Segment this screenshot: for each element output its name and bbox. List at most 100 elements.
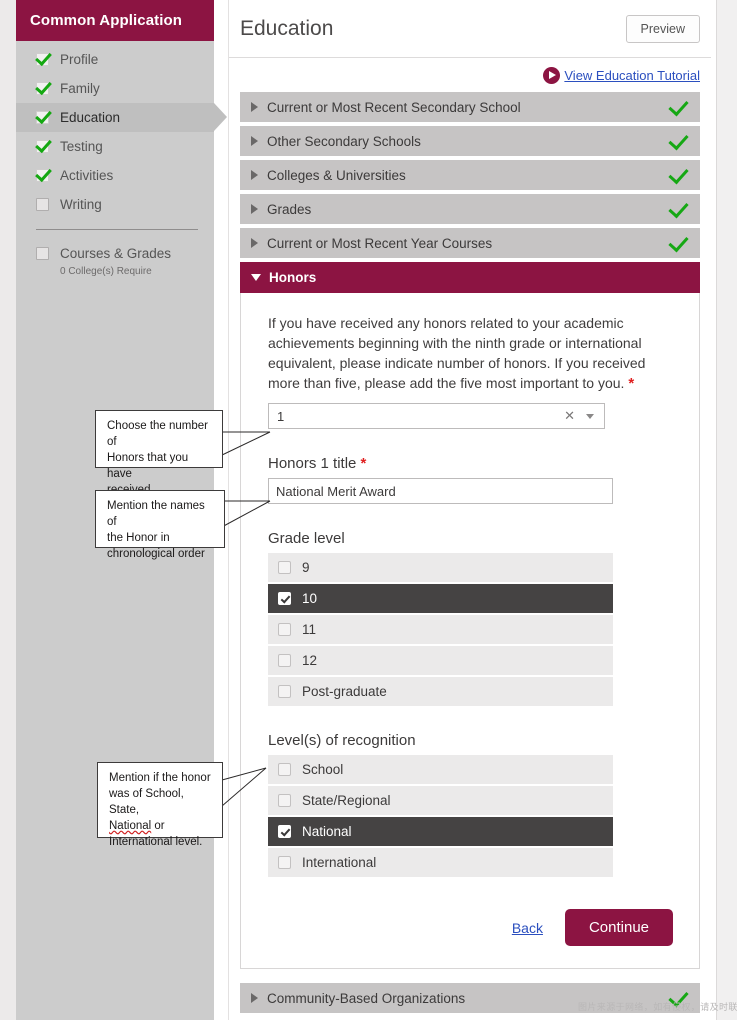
- recognition-option-state-regional[interactable]: State/Regional: [268, 786, 613, 815]
- grade-level-option-list: 9 10 11 12 Post-graduate: [268, 553, 613, 706]
- sidebar-item-education[interactable]: Education: [16, 103, 227, 132]
- checkbox-icon[interactable]: [278, 561, 291, 574]
- sidebar-title: Common Application: [16, 0, 214, 41]
- option-label: State/Regional: [302, 793, 391, 808]
- check-icon: [36, 169, 49, 182]
- honors-panel: If you have received any honors related …: [240, 293, 700, 969]
- application-page: Common Application Profile Family Educat…: [0, 0, 737, 1020]
- accordion-section-other-secondary-schools[interactable]: Other Secondary Schools: [240, 126, 700, 156]
- sidebar-item-label: Family: [60, 81, 100, 96]
- check-icon: [36, 53, 49, 66]
- checkbox-icon[interactable]: [278, 623, 291, 636]
- sidebar-item-label: Education: [60, 110, 121, 125]
- honors-title-input[interactable]: [268, 478, 613, 504]
- main-header: Education Preview: [229, 0, 711, 58]
- callout-line: International level.: [109, 836, 203, 848]
- recognition-group-label: Level(s) of recognition: [268, 732, 416, 749]
- view-education-tutorial-link[interactable]: View Education Tutorial: [564, 68, 700, 83]
- accordion-section-grades[interactable]: Grades: [240, 194, 700, 224]
- education-accordion: Current or Most Recent Secondary School …: [229, 92, 711, 1013]
- unchecked-box-icon: [36, 247, 49, 260]
- checkbox-icon[interactable]: [278, 654, 291, 667]
- sidebar-item-label: Testing: [60, 139, 103, 154]
- grade-level-option-10[interactable]: 10: [268, 584, 613, 613]
- check-icon: [36, 140, 49, 153]
- callout-line: National or: [109, 818, 213, 834]
- back-link[interactable]: Back: [512, 920, 543, 936]
- accordion-section-label: Colleges & Universities: [267, 167, 406, 183]
- preview-button[interactable]: Preview: [625, 14, 700, 43]
- chevron-down-icon: [251, 274, 261, 281]
- checkbox-checked-icon[interactable]: [278, 825, 291, 838]
- recognition-option-international[interactable]: International: [268, 848, 613, 877]
- callout-leader-line-3: [221, 767, 267, 807]
- option-label: International: [302, 855, 377, 870]
- clear-x-icon[interactable]: ✕: [556, 408, 583, 424]
- callout-line: chronological order: [107, 548, 205, 560]
- misspelled-word: National: [109, 820, 152, 832]
- honors-title-label-text: Honors 1 title: [268, 455, 357, 472]
- chevron-right-icon: [251, 204, 258, 214]
- page-left-gutter: [0, 0, 16, 1020]
- play-circle-icon[interactable]: [543, 66, 561, 84]
- option-label: 12: [302, 653, 318, 668]
- accordion-section-label: Grades: [267, 201, 312, 217]
- grade-level-option-12[interactable]: 12: [268, 646, 613, 675]
- sidebar-item-profile[interactable]: Profile: [16, 45, 214, 74]
- sidebar-item-label: Activities: [60, 168, 114, 183]
- accordion-section-honors[interactable]: Honors: [240, 262, 700, 293]
- sidebar-divider: [36, 229, 198, 230]
- option-label: Post-graduate: [302, 684, 387, 699]
- grade-level-option-11[interactable]: 11: [268, 615, 613, 644]
- checkbox-icon[interactable]: [278, 794, 291, 807]
- chevron-right-icon: [251, 102, 258, 112]
- required-asterisk: *: [360, 455, 367, 472]
- chevron-right-icon: [251, 238, 258, 248]
- recognition-option-school[interactable]: School: [268, 755, 613, 784]
- check-icon: [36, 82, 49, 95]
- honors-intro-sentence: If you have received any honors related …: [268, 315, 646, 391]
- accordion-section-label: Other Secondary Schools: [267, 133, 421, 149]
- checkbox-checked-icon[interactable]: [278, 592, 291, 605]
- recognition-option-national[interactable]: National: [268, 817, 613, 846]
- honors-intro-text: If you have received any honors related …: [268, 313, 675, 394]
- required-asterisk: *: [628, 375, 635, 392]
- page-right-gutter: [716, 0, 737, 1020]
- checkbox-icon[interactable]: [278, 763, 291, 776]
- callout-line: Mention if the honor: [109, 772, 211, 784]
- sidebar-item-activities[interactable]: Activities: [16, 161, 214, 190]
- sidebar-item-family[interactable]: Family: [16, 74, 214, 103]
- check-icon: [36, 111, 49, 124]
- checkbox-icon[interactable]: [278, 856, 291, 869]
- accordion-section-label: Honors: [269, 270, 317, 285]
- sidebar-item-label: Profile: [60, 52, 99, 67]
- callout-leader-line-1: [219, 431, 271, 457]
- chevron-down-icon[interactable]: [586, 413, 594, 419]
- honors-count-value: 1: [277, 408, 285, 424]
- accordion-section-label: Current or Most Recent Secondary School: [267, 99, 521, 115]
- sidebar-item-testing[interactable]: Testing: [16, 132, 214, 161]
- option-label: 11: [302, 622, 317, 637]
- sidebar-nav-list: Profile Family Education Testing Activit…: [16, 41, 227, 278]
- source-watermark: 图片来源于网络，如有侵权，请及时联系删除。: [578, 1003, 737, 1013]
- sidebar-item-writing[interactable]: Writing: [16, 190, 214, 219]
- accordion-section-label: Current or Most Recent Year Courses: [267, 235, 493, 251]
- grade-level-option-9[interactable]: 9: [268, 553, 613, 582]
- grade-level-option-post-graduate[interactable]: Post-graduate: [268, 677, 613, 706]
- tutorial-row: View Education Tutorial: [229, 58, 711, 92]
- callout-line: Mention the names of: [107, 500, 205, 528]
- callout-choose-number-of-honors: Choose the number of Honors that you hav…: [95, 410, 223, 496]
- accordion-section-current-year-courses[interactable]: Current or Most Recent Year Courses: [240, 228, 700, 258]
- accordion-section-current-secondary-school[interactable]: Current or Most Recent Secondary School: [240, 92, 700, 122]
- honors-count-select[interactable]: 1 ✕: [268, 403, 605, 429]
- sidebar-item-courses-and-grades[interactable]: Courses & Grades: [16, 239, 214, 268]
- honors-title-label: Honors 1 title *: [268, 455, 675, 472]
- page-title: Education: [240, 16, 334, 40]
- grade-level-group-label: Grade level: [268, 530, 345, 547]
- continue-button[interactable]: Continue: [564, 909, 673, 946]
- callout-mention-honor-names: Mention the names of the Honor in chrono…: [95, 490, 225, 560]
- callout-line: was of School, State,: [109, 788, 184, 816]
- accordion-section-colleges-universities[interactable]: Colleges & Universities: [240, 160, 700, 190]
- checkbox-icon[interactable]: [278, 685, 291, 698]
- callout-line: Honors that you have: [107, 452, 189, 480]
